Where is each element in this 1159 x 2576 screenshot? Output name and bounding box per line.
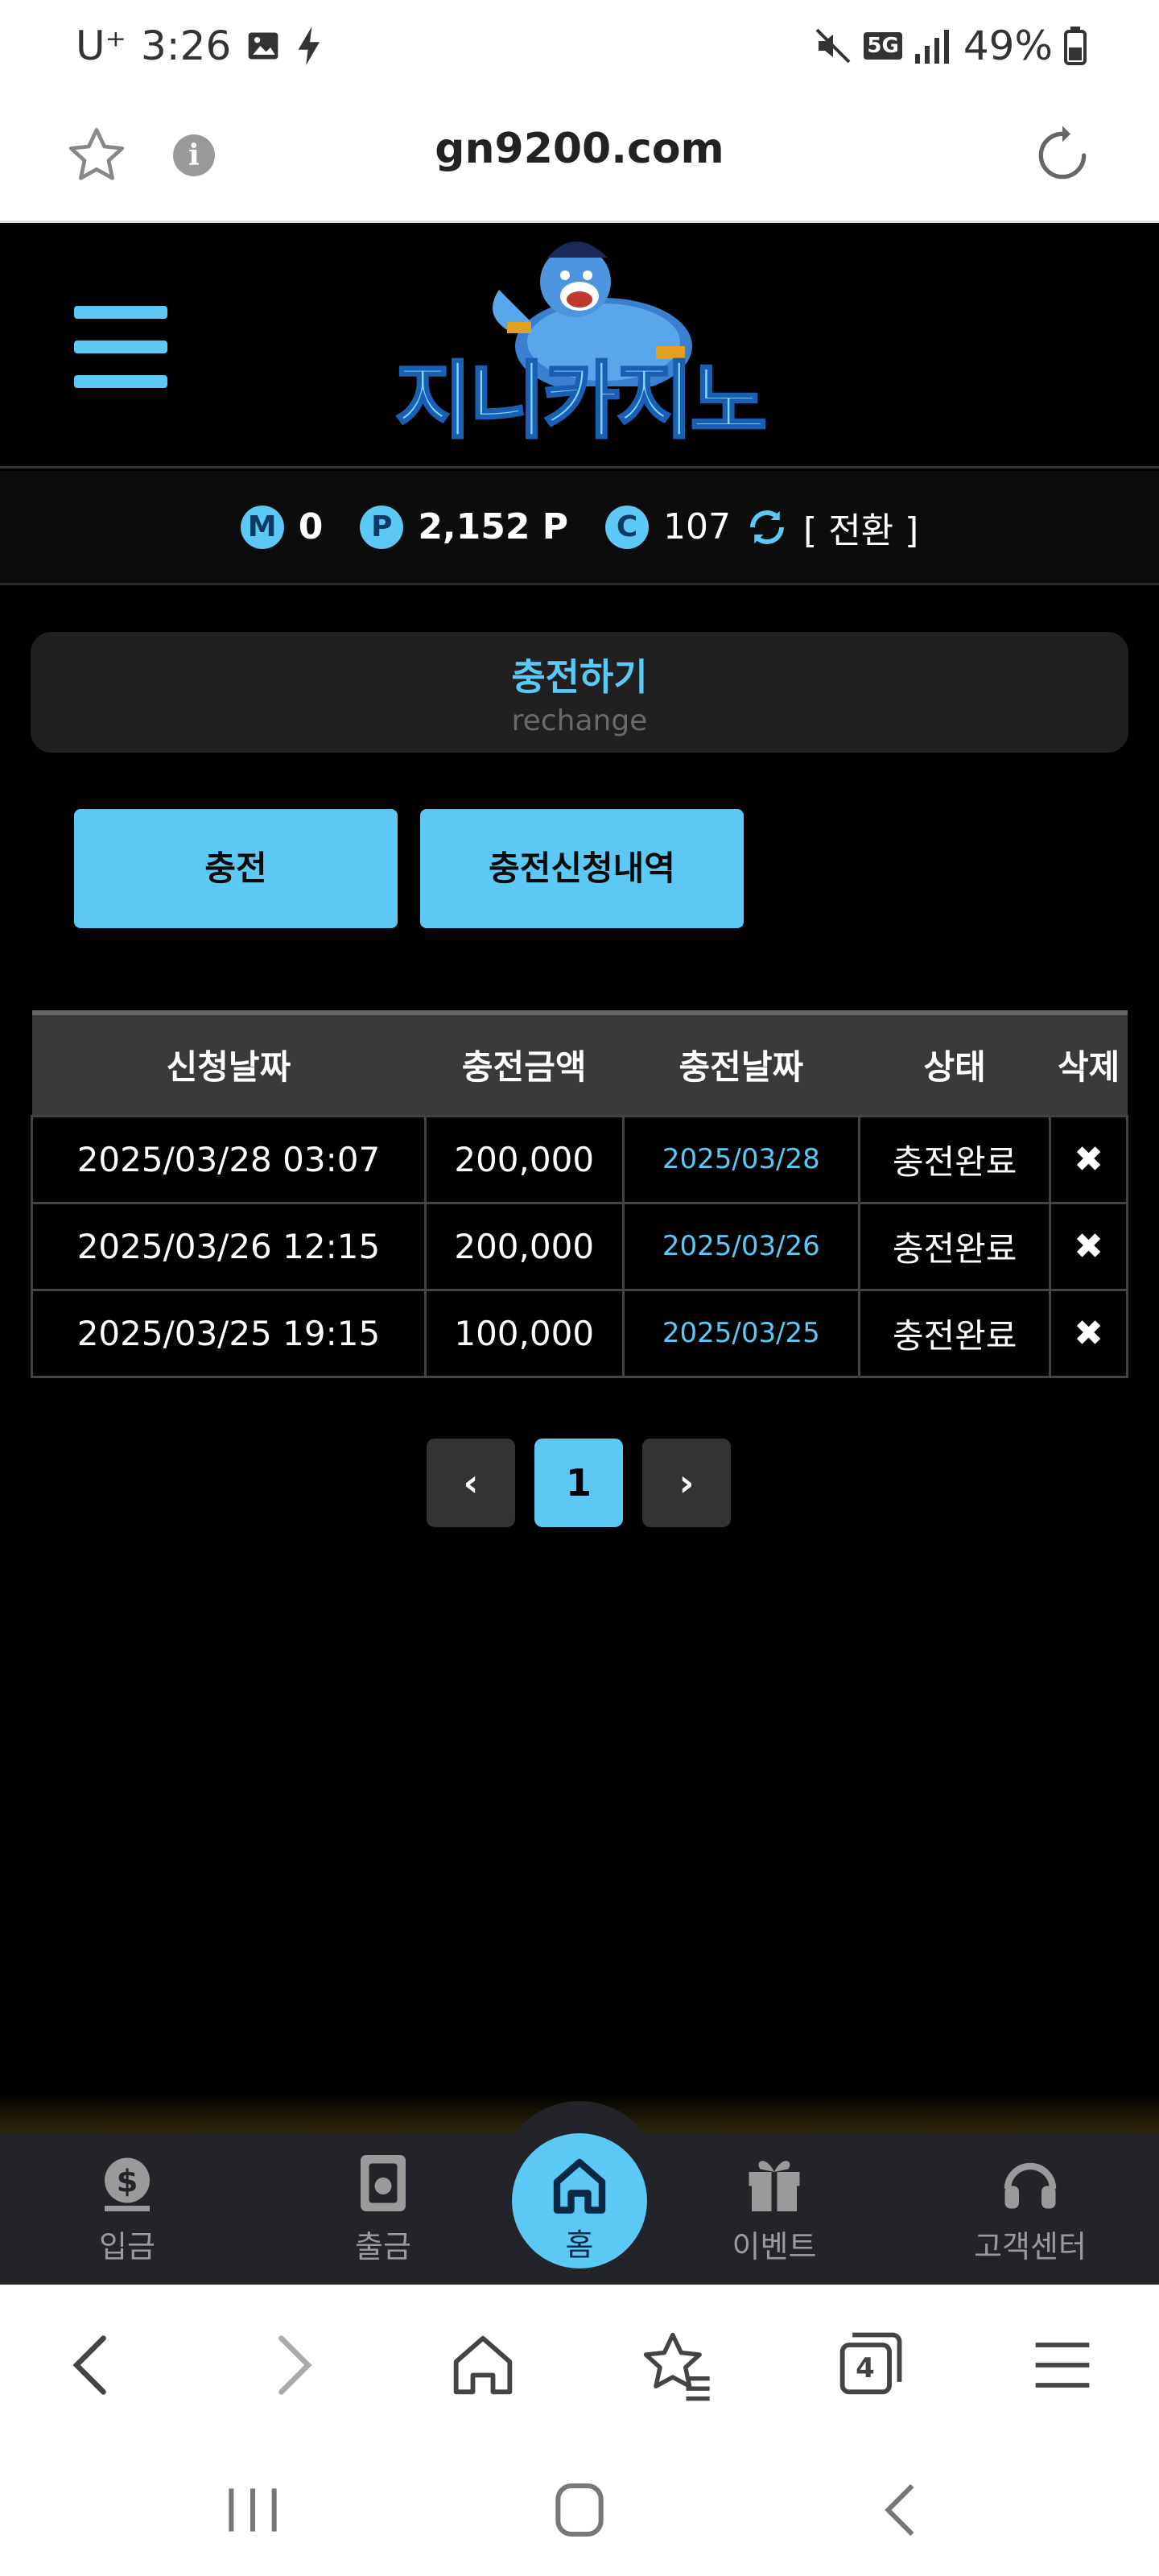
status-bar: U⁺ 3:26 5G 49% [0, 0, 1159, 101]
page-subtitle: rechange [511, 704, 648, 737]
header-request-date: 신청날짜 [31, 1010, 426, 1116]
c-badge: C [605, 505, 650, 549]
nav-event-label: 이벤트 [732, 2229, 817, 2264]
nav-withdraw-label: 출금 [355, 2229, 411, 2264]
bookmarks-icon[interactable] [636, 2325, 716, 2405]
system-home-icon[interactable] [539, 2478, 620, 2542]
nav-event[interactable]: 이벤트 [694, 2149, 855, 2266]
header-delete: 삭제 [1050, 1010, 1128, 1116]
system-back-icon[interactable] [861, 2478, 942, 2542]
delete-icon[interactable]: ✖ [1049, 1114, 1128, 1204]
p-badge: P [360, 505, 404, 549]
gallery-icon [248, 32, 278, 60]
svg-text:$: $ [117, 2164, 138, 2200]
site-header: 지니카지노 [0, 225, 1159, 469]
balance-bar: M 0 P 2,152 P C 107 [ 전환 ] [0, 471, 1159, 585]
page-title: 충전하기 [511, 655, 648, 699]
status-cell: 충전완료 [858, 1201, 1052, 1291]
amount-cell: 200,000 [423, 1114, 625, 1204]
hamburger-icon[interactable] [74, 306, 167, 388]
m-badge: M [240, 505, 284, 549]
table-row: 2025/03/28 03:07 200,000 2025/03/28 충전완료… [31, 1114, 1128, 1204]
mute-icon [816, 28, 851, 64]
p-balance: 2,152 P [418, 506, 569, 547]
gift-icon [749, 2161, 800, 2211]
delete-icon[interactable]: ✖ [1049, 1288, 1128, 1378]
site-logo[interactable]: 지니카지노 [386, 225, 773, 459]
forward-icon[interactable] [251, 2325, 332, 2405]
m-balance: 0 [298, 506, 324, 547]
nav-support[interactable]: 고객센터 [950, 2149, 1111, 2266]
home-icon [553, 2158, 606, 2214]
browser-address-bar: i gn9200.com [0, 101, 1159, 223]
switch-button[interactable]: [ 전환 ] [803, 502, 918, 553]
refresh-icon[interactable] [745, 506, 789, 549]
prev-page-button[interactable]: ‹ [427, 1439, 515, 1527]
delete-icon[interactable]: ✖ [1049, 1201, 1128, 1291]
browser-menu-icon[interactable] [1022, 2325, 1103, 2405]
browser-toolbar: 4 [0, 2285, 1159, 2446]
battery-icon [1064, 27, 1087, 65]
c-balance: 107 [663, 506, 732, 547]
request-date-cell: 2025/03/26 12:15 [31, 1201, 427, 1291]
page-title-box: 충전하기 rechange [31, 632, 1128, 753]
reload-icon[interactable] [1030, 123, 1095, 188]
headset-icon [1004, 2162, 1057, 2209]
tabs-button[interactable]: 4 [829, 2325, 909, 2405]
amount-cell: 100,000 [423, 1288, 625, 1378]
table-row: 2025/03/25 19:15 100,000 2025/03/25 충전완료… [31, 1288, 1128, 1378]
charge-button[interactable]: 충전 [74, 809, 398, 928]
charge-date-cell: 2025/03/25 [621, 1288, 861, 1378]
table-row: 2025/03/26 12:15 200,000 2025/03/26 충전완료… [31, 1201, 1128, 1291]
clock: 3:26 [141, 23, 232, 69]
nav-deposit-label: 입금 [99, 2229, 155, 2264]
url-text[interactable]: gn9200.com [0, 125, 1159, 173]
next-page-button[interactable]: › [642, 1439, 731, 1527]
header-charge-date: 충전날짜 [623, 1010, 860, 1116]
nav-support-label: 고객센터 [974, 2229, 1087, 2264]
nav-withdraw[interactable]: 출금 [303, 2149, 464, 2266]
request-date-cell: 2025/03/25 19:15 [31, 1288, 427, 1378]
status-cell: 충전완료 [858, 1114, 1052, 1204]
amount-cell: 200,000 [423, 1201, 625, 1291]
network-type: 5G [864, 32, 902, 60]
nav-deposit[interactable]: $ 입금 [47, 2149, 208, 2266]
header-amount: 충전금액 [425, 1010, 624, 1116]
table-header-row: 신청날짜 충전금액 충전날짜 상태 삭제 [31, 1010, 1128, 1116]
money-bag-icon: $ [105, 2157, 150, 2211]
page-number-button[interactable]: 1 [534, 1439, 623, 1527]
request-date-cell: 2025/03/28 03:07 [31, 1114, 427, 1204]
charge-date-cell: 2025/03/26 [621, 1201, 861, 1291]
recent-apps-icon[interactable] [212, 2478, 293, 2542]
charge-history-button[interactable]: 충전신청내역 [420, 809, 744, 928]
signal-icon [914, 30, 949, 64]
browser-home-icon[interactable] [443, 2325, 523, 2405]
back-icon[interactable] [53, 2325, 134, 2405]
carrier-label: U⁺ [76, 23, 126, 69]
status-cell: 충전완료 [858, 1288, 1052, 1378]
charging-bolt-icon [298, 27, 320, 65]
charge-date-cell: 2025/03/28 [621, 1114, 861, 1204]
system-nav-bar [0, 2446, 1159, 2576]
header-status: 상태 [859, 1010, 1050, 1116]
battery-percent: 49% [963, 23, 1053, 69]
logo-text: 지니카지노 [394, 351, 768, 452]
nav-home-label: 홈 [565, 2227, 594, 2263]
tab-count: 4 [856, 2352, 875, 2384]
safe-icon [361, 2155, 406, 2211]
nav-home[interactable]: 홈 [512, 2133, 647, 2268]
charge-history-table: 신청날짜 충전금액 충전날짜 상태 삭제 2025/03/28 03:07 20… [31, 1010, 1128, 1378]
